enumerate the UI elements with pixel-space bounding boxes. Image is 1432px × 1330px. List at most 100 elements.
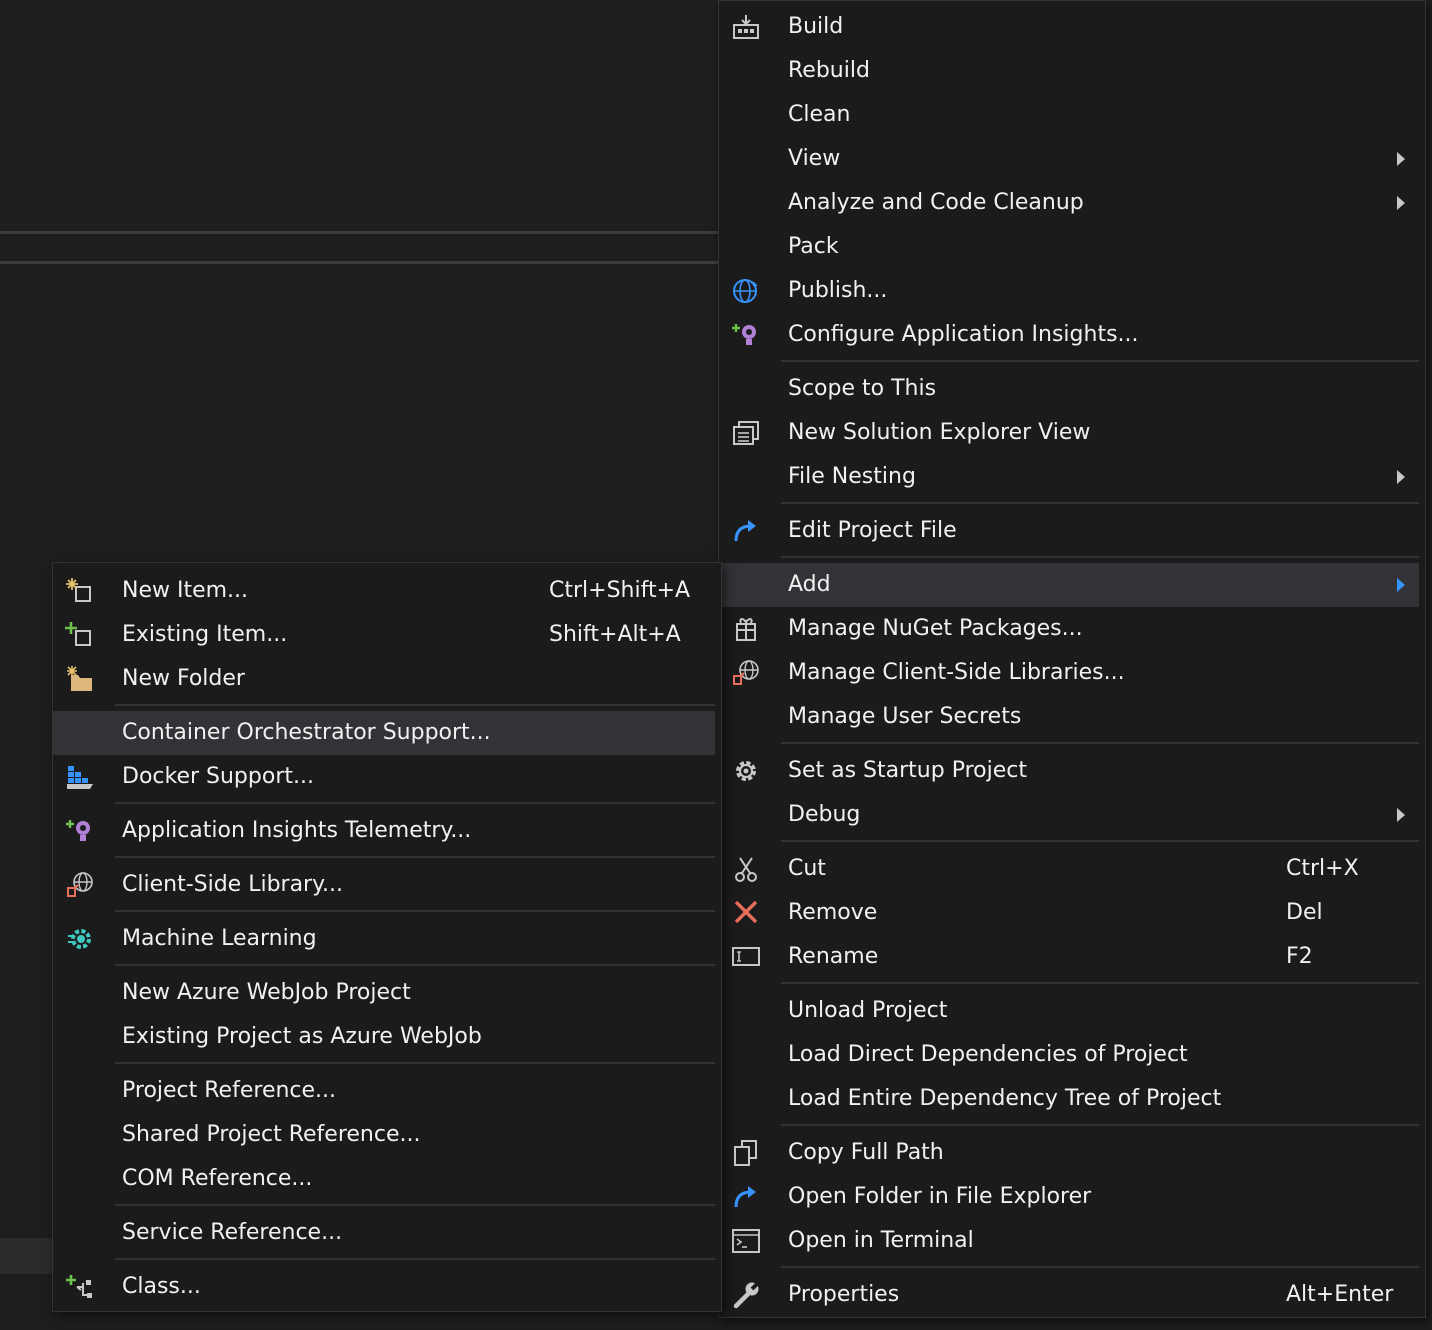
menu-item-scope-to-this[interactable]: Scope to This (719, 367, 1419, 411)
menu-item-rebuild[interactable]: Rebuild (719, 49, 1419, 93)
menu-separator (115, 964, 715, 966)
menu-item-shared-project-reference[interactable]: Shared Project Reference... (53, 1113, 715, 1157)
menu-item-ai-telemetry[interactable]: Application Insights Telemetry... (53, 809, 715, 853)
shortcut-text: Alt+Enter (1286, 1282, 1394, 1307)
new-item-icon (65, 577, 95, 605)
menu-item-label: Analyze and Code Cleanup (788, 190, 1084, 215)
menu-item-class[interactable]: Class... (53, 1265, 715, 1309)
existing-item-icon (65, 621, 95, 649)
menu-item-label: Existing Project as Azure WebJob (122, 1024, 482, 1049)
menu-item-label: Shared Project Reference... (122, 1122, 421, 1147)
menu-item-rename[interactable]: Rename F2 (719, 935, 1419, 979)
menu-item-label: Open Folder in File Explorer (788, 1184, 1092, 1209)
menu-item-existing-item[interactable]: Existing Item... Shift+Alt+A (53, 613, 715, 657)
menu-item-existing-as-webjob[interactable]: Existing Project as Azure WebJob (53, 1015, 715, 1059)
panel-divider (0, 231, 718, 234)
menu-item-new-folder[interactable]: New Folder (53, 657, 715, 701)
menu-item-service-reference[interactable]: Service Reference... (53, 1211, 715, 1255)
menu-item-load-direct-deps[interactable]: Load Direct Dependencies of Project (719, 1033, 1419, 1077)
menu-item-view[interactable]: View (719, 137, 1419, 181)
menu-item-label: Application Insights Telemetry... (122, 818, 472, 843)
menu-item-docker-support[interactable]: Docker Support... (53, 755, 715, 799)
globe-publish-icon (731, 277, 761, 305)
menu-item-file-nesting[interactable]: File Nesting (719, 455, 1419, 499)
menu-separator (781, 556, 1419, 558)
submenu-arrow-icon (1397, 808, 1405, 822)
menu-item-label: Load Entire Dependency Tree of Project (788, 1086, 1222, 1111)
menu-item-set-startup[interactable]: Set as Startup Project (719, 749, 1419, 793)
menu-separator (115, 802, 715, 804)
menu-item-publish[interactable]: Publish... (719, 269, 1419, 313)
solution-explorer-view-icon (731, 419, 761, 447)
shortcut-text: Del (1286, 900, 1323, 925)
menu-item-label: View (788, 146, 841, 171)
menu-item-project-reference[interactable]: Project Reference... (53, 1069, 715, 1113)
menu-separator (781, 502, 1419, 504)
submenu-arrow-icon (1397, 196, 1405, 210)
menu-item-manage-user-secrets[interactable]: Manage User Secrets (719, 695, 1419, 739)
menu-item-label: Rebuild (788, 58, 870, 83)
menu-item-label: Remove (788, 900, 878, 925)
status-strip (0, 1238, 60, 1274)
menu-item-machine-learning[interactable]: Machine Learning (53, 917, 715, 961)
menu-item-container-orchestrator[interactable]: Container Orchestrator Support... (53, 711, 715, 755)
menu-item-label: Copy Full Path (788, 1140, 944, 1165)
menu-item-cut[interactable]: Cut Ctrl+X (719, 847, 1419, 891)
menu-item-label: New Azure WebJob Project (122, 980, 411, 1005)
menu-item-edit-project-file[interactable]: Edit Project File (719, 509, 1419, 553)
panel-divider (0, 261, 718, 264)
menu-item-copy-full-path[interactable]: Copy Full Path (719, 1131, 1419, 1175)
menu-item-open-folder[interactable]: Open Folder in File Explorer (719, 1175, 1419, 1219)
menu-item-label: Existing Item... (122, 622, 288, 647)
menu-item-manage-nuget[interactable]: Manage NuGet Packages... (719, 607, 1419, 651)
close-icon (731, 899, 761, 927)
menu-item-open-terminal[interactable]: Open in Terminal (719, 1219, 1419, 1263)
menu-separator (115, 856, 715, 858)
menu-item-new-azure-webjob[interactable]: New Azure WebJob Project (53, 971, 715, 1015)
menu-item-new-item[interactable]: New Item... Ctrl+Shift+A (53, 569, 715, 613)
menu-separator (115, 1062, 715, 1064)
redirect-arrow-icon (731, 517, 761, 545)
menu-item-build[interactable]: Build (719, 5, 1419, 49)
menu-item-label: Set as Startup Project (788, 758, 1027, 783)
menu-item-label: Load Direct Dependencies of Project (788, 1042, 1188, 1067)
menu-item-load-entire-tree[interactable]: Load Entire Dependency Tree of Project (719, 1077, 1419, 1121)
new-folder-icon (65, 665, 95, 693)
app-insights-icon (65, 817, 95, 845)
menu-item-label: Build (788, 14, 844, 39)
menu-item-properties[interactable]: Properties Alt+Enter (719, 1273, 1419, 1317)
client-library-icon (731, 659, 761, 687)
machine-learning-icon (65, 925, 95, 953)
shortcut-text: Ctrl+Shift+A (549, 578, 691, 603)
menu-item-label: Edit Project File (788, 518, 957, 543)
menu-item-new-solution-explorer-view[interactable]: New Solution Explorer View (719, 411, 1419, 455)
menu-item-label: Cut (788, 856, 826, 881)
menu-item-label: New Folder (122, 666, 245, 691)
menu-item-clean[interactable]: Clean (719, 93, 1419, 137)
menu-item-analyze[interactable]: Analyze and Code Cleanup (719, 181, 1419, 225)
menu-item-pack[interactable]: Pack (719, 225, 1419, 269)
shortcut-text: Ctrl+X (1286, 856, 1359, 881)
menu-item-manage-client-libs[interactable]: Manage Client-Side Libraries... (719, 651, 1419, 695)
menu-separator (781, 1124, 1419, 1126)
app-insights-icon (731, 321, 761, 349)
menu-item-client-side-library[interactable]: Client-Side Library... (53, 863, 715, 907)
menu-item-label: Configure Application Insights... (788, 322, 1139, 347)
menu-item-remove[interactable]: Remove Del (719, 891, 1419, 935)
menu-item-label: New Solution Explorer View (788, 420, 1091, 445)
menu-item-label: Project Reference... (122, 1078, 337, 1103)
menu-item-label: Service Reference... (122, 1220, 343, 1245)
menu-item-label: Machine Learning (122, 926, 317, 951)
menu-item-label: Scope to This (788, 376, 937, 401)
menu-item-debug[interactable]: Debug (719, 793, 1419, 837)
menu-item-label: Manage User Secrets (788, 704, 1022, 729)
menu-separator (115, 1258, 715, 1260)
menu-item-configure-ai[interactable]: Configure Application Insights... (719, 313, 1419, 357)
gear-icon (731, 757, 761, 785)
menu-item-com-reference[interactable]: COM Reference... (53, 1157, 715, 1201)
menu-item-add[interactable]: Add (719, 563, 1419, 607)
menu-item-unload-project[interactable]: Unload Project (719, 989, 1419, 1033)
add-class-icon (65, 1273, 95, 1301)
menu-item-label: Pack (788, 234, 839, 259)
shortcut-text: Shift+Alt+A (549, 622, 681, 647)
